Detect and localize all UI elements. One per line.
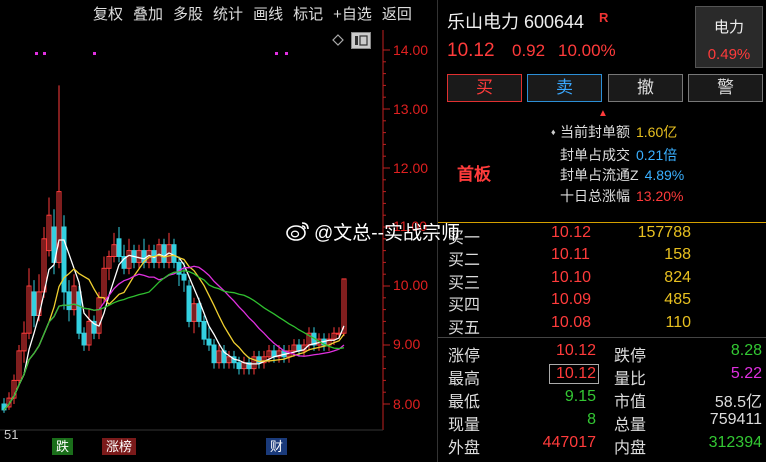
stock-name-code: 乐山电力 600644 — [447, 12, 585, 32]
price-tick: 14.00 — [393, 42, 429, 58]
stat-limit-down-value: 8.28 — [730, 342, 762, 359]
divider — [438, 337, 766, 338]
price-tick: 12.00 — [393, 160, 429, 176]
stat-mkt-cap: 市值 — [614, 394, 647, 411]
candle-body — [116, 238, 122, 258]
signal-dot — [43, 52, 46, 55]
ma10-line — [3, 254, 345, 411]
weibo-icon — [286, 222, 309, 241]
price-tick: 8.00 — [393, 396, 421, 412]
watermark-text: @文总--实战宗师 — [314, 223, 460, 244]
toolbar-draw-line-button[interactable]: 画线 — [248, 3, 288, 27]
price-tick: 13.00 — [393, 101, 429, 117]
stat-mkt-cap-value: 58.5亿 — [714, 394, 762, 411]
seal-row: 十日总涨幅 13.20% — [560, 188, 684, 204]
candle-body — [186, 285, 192, 322]
divider — [438, 222, 766, 223]
stat-cur-vol: 现量 — [448, 417, 481, 434]
stat-low-value: 9.15 — [564, 388, 596, 405]
cancel-order-button[interactable]: 撤 — [608, 74, 683, 102]
diamond-icon[interactable] — [332, 34, 344, 46]
toolbar-restore-rights-button[interactable]: 复权 — [88, 3, 128, 27]
stat-vol-ratio-value: 5.22 — [730, 365, 762, 382]
candle-body — [161, 244, 167, 263]
seal-row: 封单占流通Z 4.89% — [560, 167, 685, 183]
toolbar-multi-stock-button[interactable]: 多股 — [168, 3, 208, 27]
stat-vol-ratio: 量比 — [614, 371, 647, 388]
ma20-line — [3, 265, 345, 411]
stat-cur-vol-value: 8 — [587, 411, 596, 428]
seal-order-section: ▲ ♦ 首板 当前封单额 1.60亿 封单占成交 0.21倍 封单占流通Z 4.89%… — [438, 108, 766, 220]
stat-low: 最低 — [448, 394, 481, 411]
price-change-pct: 10.00% — [558, 41, 616, 60]
stat-limit-down: 跌停 — [614, 348, 647, 365]
toolbar-statistics-button[interactable]: 统计 — [208, 3, 248, 27]
stat-outer-value: 447017 — [542, 434, 596, 451]
toolbar-overlay-button[interactable]: 叠加 — [128, 3, 168, 27]
sector-pct: 0.49% — [707, 46, 751, 63]
ma30-line — [3, 269, 345, 411]
stat-total-vol-value: 759411 — [709, 411, 762, 428]
up-list-marker[interactable]: 涨榜 — [102, 438, 137, 455]
candle-body — [201, 320, 207, 340]
buy-button[interactable]: 买 — [447, 74, 522, 102]
collapse-panel-icon[interactable] — [351, 32, 371, 49]
toolbar-add-watchlist-button[interactable]: +自选 — [328, 3, 377, 27]
quote-panel: 乐山电力 600644 R 10.12 0.92 10.00% 电力 0.49%… — [437, 0, 766, 462]
candle-body — [61, 226, 67, 293]
price-change: 0.92 — [512, 41, 546, 60]
candle-body — [196, 303, 202, 322]
candle-body — [31, 291, 37, 316]
signal-dot — [285, 52, 288, 55]
toolbar-back-button[interactable]: 返回 — [377, 3, 417, 27]
order-book-row[interactable]: 买四 10.09 485 — [438, 291, 766, 314]
alert-button[interactable]: 警 — [688, 74, 763, 102]
price-tick: 9.00 — [393, 336, 421, 352]
caret-up-icon[interactable]: ▲ — [598, 108, 608, 119]
first-board-label: 首板 — [457, 165, 491, 184]
stat-high-value: 10.12 — [549, 364, 599, 384]
bell-icon: ♦ — [551, 127, 556, 137]
last-price: 10.12 — [447, 40, 495, 61]
candle-body — [81, 332, 87, 346]
margin-badge: R — [599, 10, 609, 25]
stat-inner: 内盘 — [614, 440, 647, 457]
stat-inner-value: 312394 — [708, 434, 762, 451]
price-tick: 10.00 — [393, 277, 429, 293]
sell-button[interactable]: 卖 — [527, 74, 602, 102]
stat-high: 最高 — [448, 371, 481, 388]
candle-body — [236, 362, 242, 370]
date-edge-label: 51 — [4, 427, 19, 442]
stat-limit-up: 涨停 — [448, 348, 481, 365]
sector-name: 电力 — [713, 19, 744, 36]
signal-dot — [275, 52, 278, 55]
chart-toolbar: 复权 叠加 多股 统计 画线 标记 +自选 返回 — [88, 3, 417, 27]
order-book-row[interactable]: 买二 10.11 158 — [438, 246, 766, 269]
signal-dot — [35, 52, 38, 55]
order-book-row[interactable]: 买五 10.08 110 — [438, 314, 766, 337]
stat-total-vol: 总量 — [614, 417, 647, 434]
signal-dot — [93, 52, 96, 55]
candle-body — [171, 244, 177, 263]
candle-body — [206, 338, 212, 346]
sector-box[interactable]: 电力 0.49% — [695, 6, 763, 68]
fall-marker[interactable]: 跌 — [52, 438, 74, 455]
candle-body — [211, 344, 217, 364]
finance-marker[interactable]: 财 — [266, 438, 288, 455]
seal-row: 当前封单额 1.60亿 — [560, 124, 678, 140]
order-book-row[interactable]: 买三 10.10 824 — [438, 269, 766, 292]
order-book-row[interactable]: 买一 10.12 157788 — [438, 224, 766, 247]
candle-body — [181, 273, 187, 281]
candle-body — [76, 291, 82, 334]
seal-row: 封单占成交 0.21倍 — [560, 147, 678, 163]
stat-limit-up-value: 10.12 — [555, 342, 596, 359]
candle-body — [66, 291, 72, 311]
toolbar-mark-button[interactable]: 标记 — [288, 3, 328, 27]
stat-outer: 外盘 — [448, 440, 481, 457]
